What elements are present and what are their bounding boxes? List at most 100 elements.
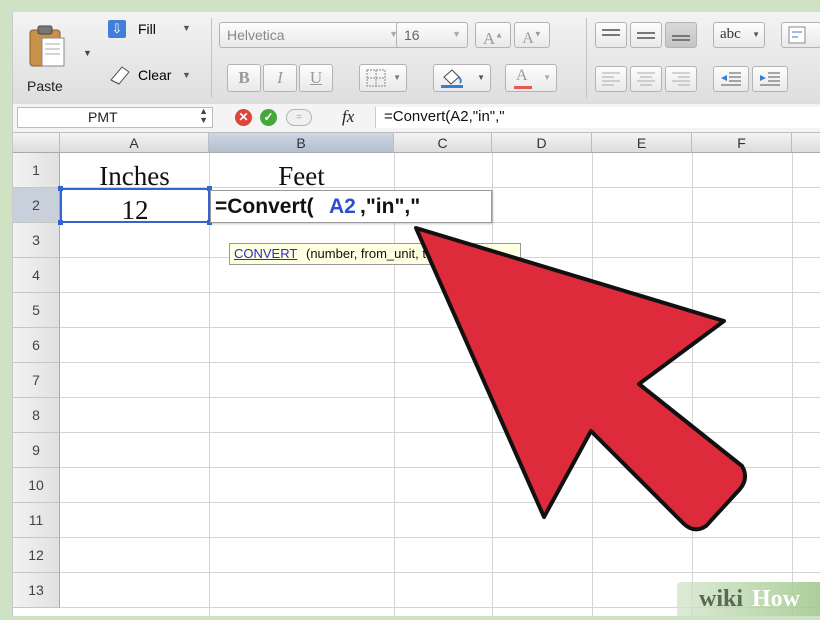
reference-corner-handle[interactable] xyxy=(58,186,63,191)
row-header-2[interactable]: 2 xyxy=(13,188,60,223)
eraser-icon xyxy=(110,66,130,85)
borders-arrow-icon: ▼ xyxy=(393,73,401,82)
fill-dropdown-icon[interactable]: ▼ xyxy=(182,23,191,33)
ribbon: ▼ Paste ⇩ Fill ▼ Clear ▼ Helvetica ▼ 16 … xyxy=(13,12,820,105)
paste-dropdown-icon[interactable]: ▼ xyxy=(83,48,92,58)
name-box[interactable]: PMT ▲ ▼ xyxy=(17,107,213,128)
column-header-f[interactable]: F xyxy=(692,133,792,153)
formula-text: =Convert(A2,"in"," xyxy=(384,108,505,125)
row-header-6[interactable]: 6 xyxy=(13,328,60,363)
tooltip-function-link[interactable]: CONVERT xyxy=(234,246,297,261)
row-header-11[interactable]: 11 xyxy=(13,503,60,538)
clear-dropdown-icon[interactable]: ▼ xyxy=(182,70,191,80)
underline-button[interactable]: U xyxy=(299,64,333,92)
decrease-indent-icon xyxy=(721,72,741,86)
font-name-value: Helvetica xyxy=(227,27,285,43)
increase-indent-button[interactable] xyxy=(752,66,788,92)
accept-icon[interactable]: ✓ xyxy=(260,109,277,126)
font-color-button[interactable]: A ▼ xyxy=(505,64,557,92)
select-all-corner[interactable] xyxy=(13,133,60,153)
reference-corner-handle[interactable] xyxy=(58,220,63,225)
clipboard-icon xyxy=(29,25,65,67)
cell-b1[interactable]: Feet xyxy=(209,161,394,192)
decrease-font-icon: A▼ xyxy=(522,30,542,48)
align-bottom-icon xyxy=(672,35,690,41)
screenshot-frame: ▼ Paste ⇩ Fill ▼ Clear ▼ Helvetica ▼ 16 … xyxy=(0,0,820,620)
watermark-text-wiki: wiki xyxy=(699,586,744,612)
tooltip-arguments: (number, from_unit, to_unit) xyxy=(306,246,466,261)
row-header-7[interactable]: 7 xyxy=(13,363,60,398)
spelling-label: abc xyxy=(720,26,741,42)
align-center-icon xyxy=(637,72,655,86)
row-header-12[interactable]: 12 xyxy=(13,538,60,573)
borders-button[interactable]: ▼ xyxy=(359,64,407,92)
editor-prefix: =Convert( xyxy=(215,195,314,218)
font-size-value: 16 xyxy=(404,27,420,43)
align-middle-icon xyxy=(637,32,655,39)
name-box-value: PMT xyxy=(88,109,118,125)
align-bottom-button[interactable] xyxy=(665,22,697,48)
gridline xyxy=(60,292,820,293)
increase-font-button[interactable]: A▲ xyxy=(475,22,511,48)
cell-b2-editor[interactable]: =Convert( A2 ,"in"," xyxy=(210,190,492,223)
fill-button[interactable]: ⇩ Fill ▼ xyxy=(108,20,203,44)
font-name-select[interactable]: Helvetica ▼ xyxy=(219,22,405,48)
formula-input[interactable]: =Convert(A2,"in"," xyxy=(375,107,820,128)
fill-color-button[interactable]: ▼ xyxy=(433,64,491,92)
column-header-d[interactable]: D xyxy=(492,133,592,153)
clear-button[interactable]: Clear ▼ xyxy=(108,64,203,90)
gridline xyxy=(60,502,820,503)
increase-indent-icon xyxy=(760,72,780,86)
fill-color-arrow-icon: ▼ xyxy=(477,73,485,82)
row-header-3[interactable]: 3 xyxy=(13,223,60,258)
font-color-swatch xyxy=(514,86,532,89)
fill-icon: ⇩ xyxy=(108,20,126,38)
align-middle-button[interactable] xyxy=(630,22,662,48)
spelling-button[interactable]: abc ▼ xyxy=(713,22,765,48)
align-top-icon xyxy=(602,29,620,36)
cancel-icon[interactable]: ✕ xyxy=(235,109,252,126)
paint-bucket-icon xyxy=(441,69,463,88)
column-header-b[interactable]: B xyxy=(209,133,394,153)
decrease-font-button[interactable]: A▼ xyxy=(514,22,550,48)
row-header-9[interactable]: 9 xyxy=(13,433,60,468)
gridline xyxy=(60,397,820,398)
row-header-4[interactable]: 4 xyxy=(13,258,60,293)
column-header-c[interactable]: C xyxy=(394,133,492,153)
align-top-button[interactable] xyxy=(595,22,627,48)
wrap-text-button[interactable] xyxy=(781,22,820,48)
editor-suffix: ,"in"," xyxy=(360,195,421,218)
bold-button[interactable]: B xyxy=(227,64,261,92)
font-size-arrow-icon: ▼ xyxy=(452,29,461,39)
function-wizard-icon[interactable]: = xyxy=(286,109,312,126)
wrap-text-icon xyxy=(788,26,806,44)
align-left-icon xyxy=(602,72,620,86)
paste-button[interactable]: ▼ Paste xyxy=(21,20,92,98)
borders-icon xyxy=(366,69,386,87)
gridline xyxy=(60,467,820,468)
align-center-button[interactable] xyxy=(630,66,662,92)
row-header-13[interactable]: 13 xyxy=(13,573,60,608)
font-color-arrow-icon: ▼ xyxy=(543,73,551,82)
row-header-1[interactable]: 1 xyxy=(13,153,60,188)
italic-button[interactable]: I xyxy=(263,64,297,92)
row-header-5[interactable]: 5 xyxy=(13,293,60,328)
decrease-indent-button[interactable] xyxy=(713,66,749,92)
cell-a2-reference-highlight[interactable]: 12 xyxy=(58,186,212,225)
fill-label: Fill xyxy=(138,21,156,37)
font-size-select[interactable]: 16 ▼ xyxy=(396,22,468,48)
column-header-g[interactable] xyxy=(792,133,820,153)
column-header-a[interactable]: A xyxy=(60,133,209,153)
row-header-10[interactable]: 10 xyxy=(13,468,60,503)
gridline xyxy=(60,327,820,328)
align-right-button[interactable] xyxy=(665,66,697,92)
row-header-8[interactable]: 8 xyxy=(13,398,60,433)
increase-font-icon: A▲ xyxy=(482,28,504,48)
excel-window: ▼ Paste ⇩ Fill ▼ Clear ▼ Helvetica ▼ 16 … xyxy=(12,12,820,616)
bold-icon: B xyxy=(238,68,250,87)
align-left-button[interactable] xyxy=(595,66,627,92)
column-header-e[interactable]: E xyxy=(592,133,692,153)
function-tooltip: CONVERT (number, from_unit, to_unit) xyxy=(229,243,521,265)
name-box-stepper-icon[interactable]: ▲ ▼ xyxy=(199,107,208,125)
fx-label[interactable]: fx xyxy=(342,107,354,127)
